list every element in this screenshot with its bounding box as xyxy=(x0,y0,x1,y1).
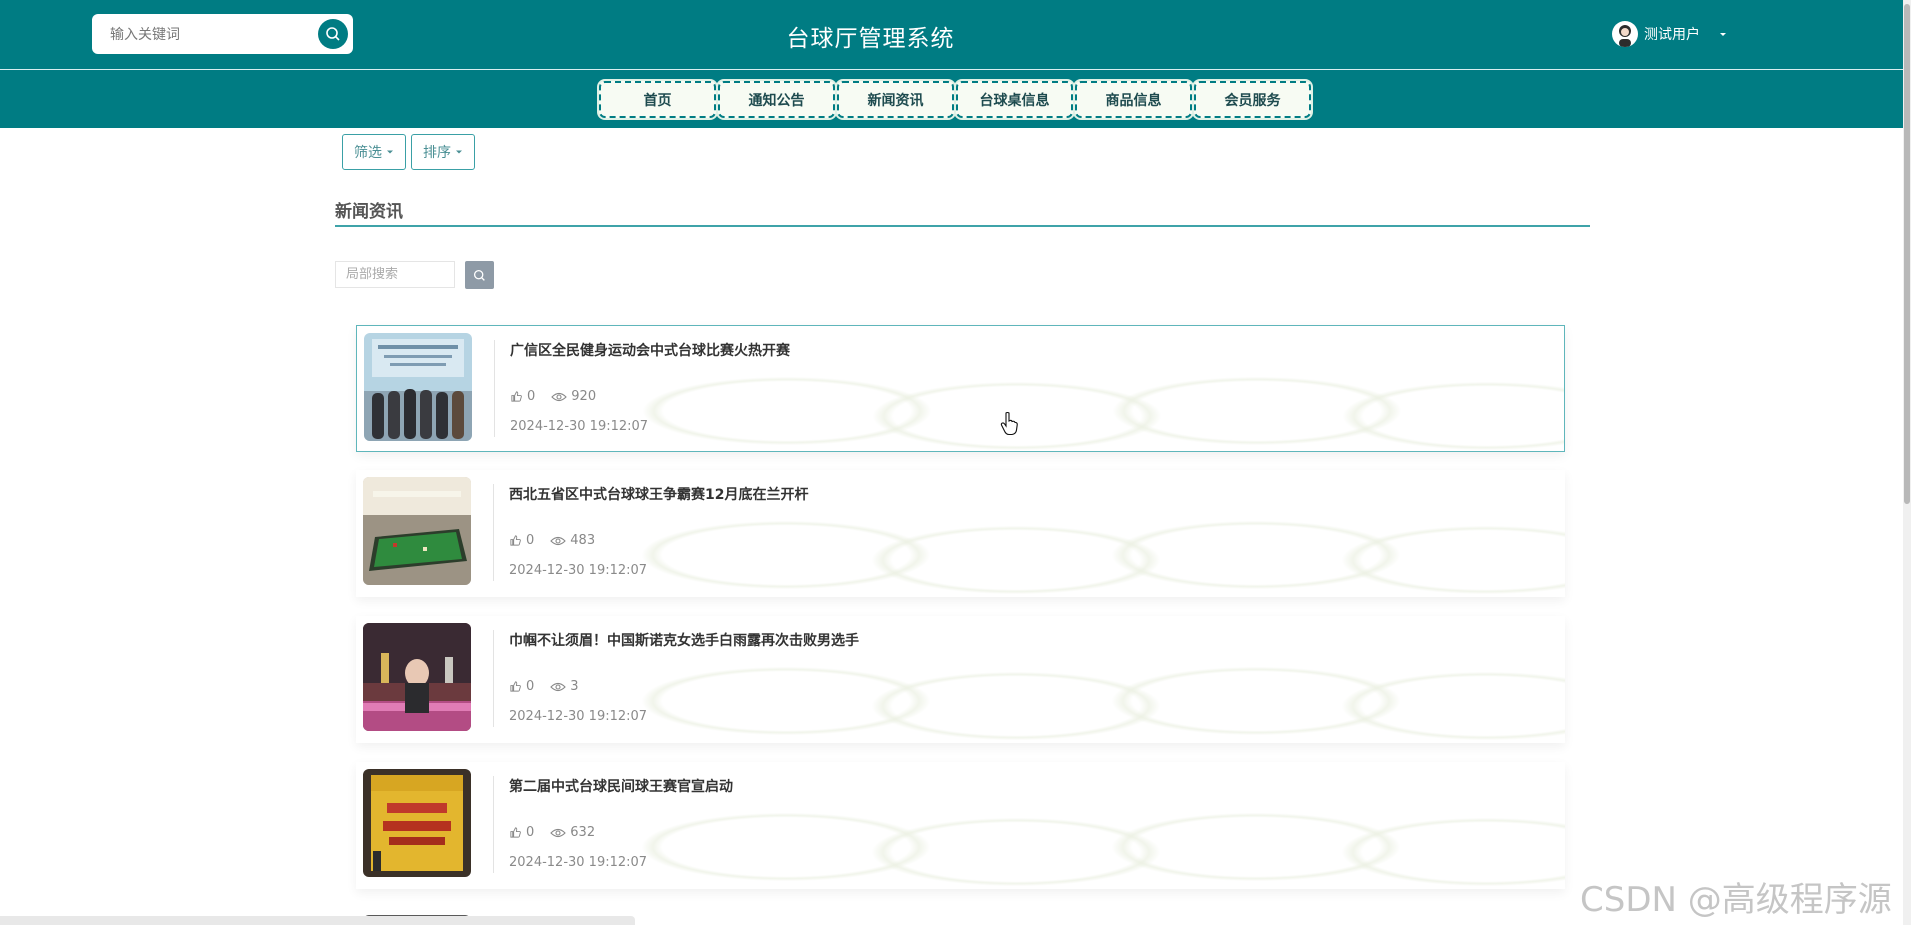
nav-membership[interactable]: 会员服务 xyxy=(1194,81,1311,118)
like-count: 0 xyxy=(526,825,535,840)
news-thumbnail xyxy=(363,477,471,585)
search-icon xyxy=(473,269,485,281)
eye-icon xyxy=(551,392,568,401)
nav-tables[interactable]: 台球桌信息 xyxy=(956,81,1073,118)
caret-down-icon xyxy=(387,150,393,154)
eye-icon xyxy=(550,828,567,837)
like-count: 0 xyxy=(527,389,536,404)
news-card[interactable]: 巾帼不让须眉！中国斯诺克女选手白雨露再次击败男选手 0 3 2024-12-30… xyxy=(356,616,1565,743)
thumbs-up-icon xyxy=(510,827,521,838)
card-divider xyxy=(493,630,494,727)
local-search-input[interactable] xyxy=(335,261,455,288)
thumbs-up-icon xyxy=(511,391,522,402)
news-date: 2024-12-30 19:12:07 xyxy=(509,563,648,578)
card-divider xyxy=(493,776,494,873)
nav-home[interactable]: 首页 xyxy=(599,81,716,118)
watermark: CSDN @高级程序源 xyxy=(1580,880,1892,920)
nav-notice[interactable]: 通知公告 xyxy=(718,81,835,118)
sort-label: 排序 xyxy=(423,145,451,161)
page-scrollbar[interactable] xyxy=(1903,0,1911,925)
view-count: 632 xyxy=(570,825,596,840)
chevron-down-icon xyxy=(1720,33,1726,36)
news-card[interactable]: 广信区全民健身运动会中式台球比赛火热开赛 0 920 2024-12-30 19… xyxy=(356,325,1565,452)
like-count: 0 xyxy=(526,533,535,548)
section-title: 新闻资讯 xyxy=(335,202,403,222)
view-count: 3 xyxy=(570,679,579,694)
avatar xyxy=(1612,21,1638,47)
top-header: 台球厅管理系统 测试用户 xyxy=(0,0,1911,70)
eye-icon xyxy=(550,536,567,545)
thumbs-up-icon xyxy=(510,535,521,546)
view-count: 483 xyxy=(570,533,596,548)
pointer-cursor-icon xyxy=(1000,412,1018,436)
news-card[interactable]: 第二届中式台球民间球王赛官宣启动 0 632 2024-12-30 19:12:… xyxy=(356,762,1565,889)
like-count: 0 xyxy=(526,679,535,694)
section-divider xyxy=(335,225,1590,227)
news-date: 2024-12-30 19:12:07 xyxy=(509,855,648,870)
caret-down-icon xyxy=(456,150,462,154)
card-divider xyxy=(493,484,494,581)
news-title[interactable]: 第二届中式台球民间球王赛官宣启动 xyxy=(509,776,733,796)
sort-button[interactable]: 排序 xyxy=(411,134,475,170)
main-nav: 首页 通知公告 新闻资讯 台球桌信息 商品信息 会员服务 xyxy=(0,70,1911,128)
eye-icon xyxy=(550,682,567,691)
news-meta: 0 3 xyxy=(509,679,579,694)
news-thumbnail xyxy=(364,333,472,441)
news-meta: 0 920 xyxy=(510,389,596,404)
user-menu[interactable]: 测试用户 xyxy=(1612,21,1728,47)
nav-products[interactable]: 商品信息 xyxy=(1075,81,1192,118)
news-title[interactable]: 巾帼不让须眉！中国斯诺克女选手白雨露再次击败男选手 xyxy=(509,630,859,650)
thumbs-up-icon xyxy=(510,681,521,692)
user-avatar-icon xyxy=(1619,25,1631,47)
filter-label: 筛选 xyxy=(354,145,382,161)
news-date: 2024-12-30 19:12:07 xyxy=(510,419,649,434)
news-thumbnail xyxy=(363,623,471,731)
site-title: 台球厅管理系统 xyxy=(786,26,955,52)
news-title[interactable]: 西北五省区中式台球球王争霸赛12月底在兰开杆 xyxy=(509,484,808,504)
scrollbar-thumb[interactable] xyxy=(1904,4,1910,504)
nav-news[interactable]: 新闻资讯 xyxy=(837,81,954,118)
status-bar xyxy=(0,916,635,925)
user-name: 测试用户 xyxy=(1644,27,1700,43)
news-meta: 0 483 xyxy=(509,533,595,548)
news-thumbnail xyxy=(363,769,471,877)
news-title[interactable]: 广信区全民健身运动会中式台球比赛火热开赛 xyxy=(510,340,790,360)
local-search-button[interactable] xyxy=(465,261,494,289)
news-meta: 0 632 xyxy=(509,825,595,840)
view-count: 920 xyxy=(571,389,597,404)
filter-button[interactable]: 筛选 xyxy=(342,134,406,170)
news-date: 2024-12-30 19:12:07 xyxy=(509,709,648,724)
card-divider xyxy=(494,340,495,437)
news-card[interactable]: 西北五省区中式台球球王争霸赛12月底在兰开杆 0 483 2024-12-30 … xyxy=(356,470,1565,597)
